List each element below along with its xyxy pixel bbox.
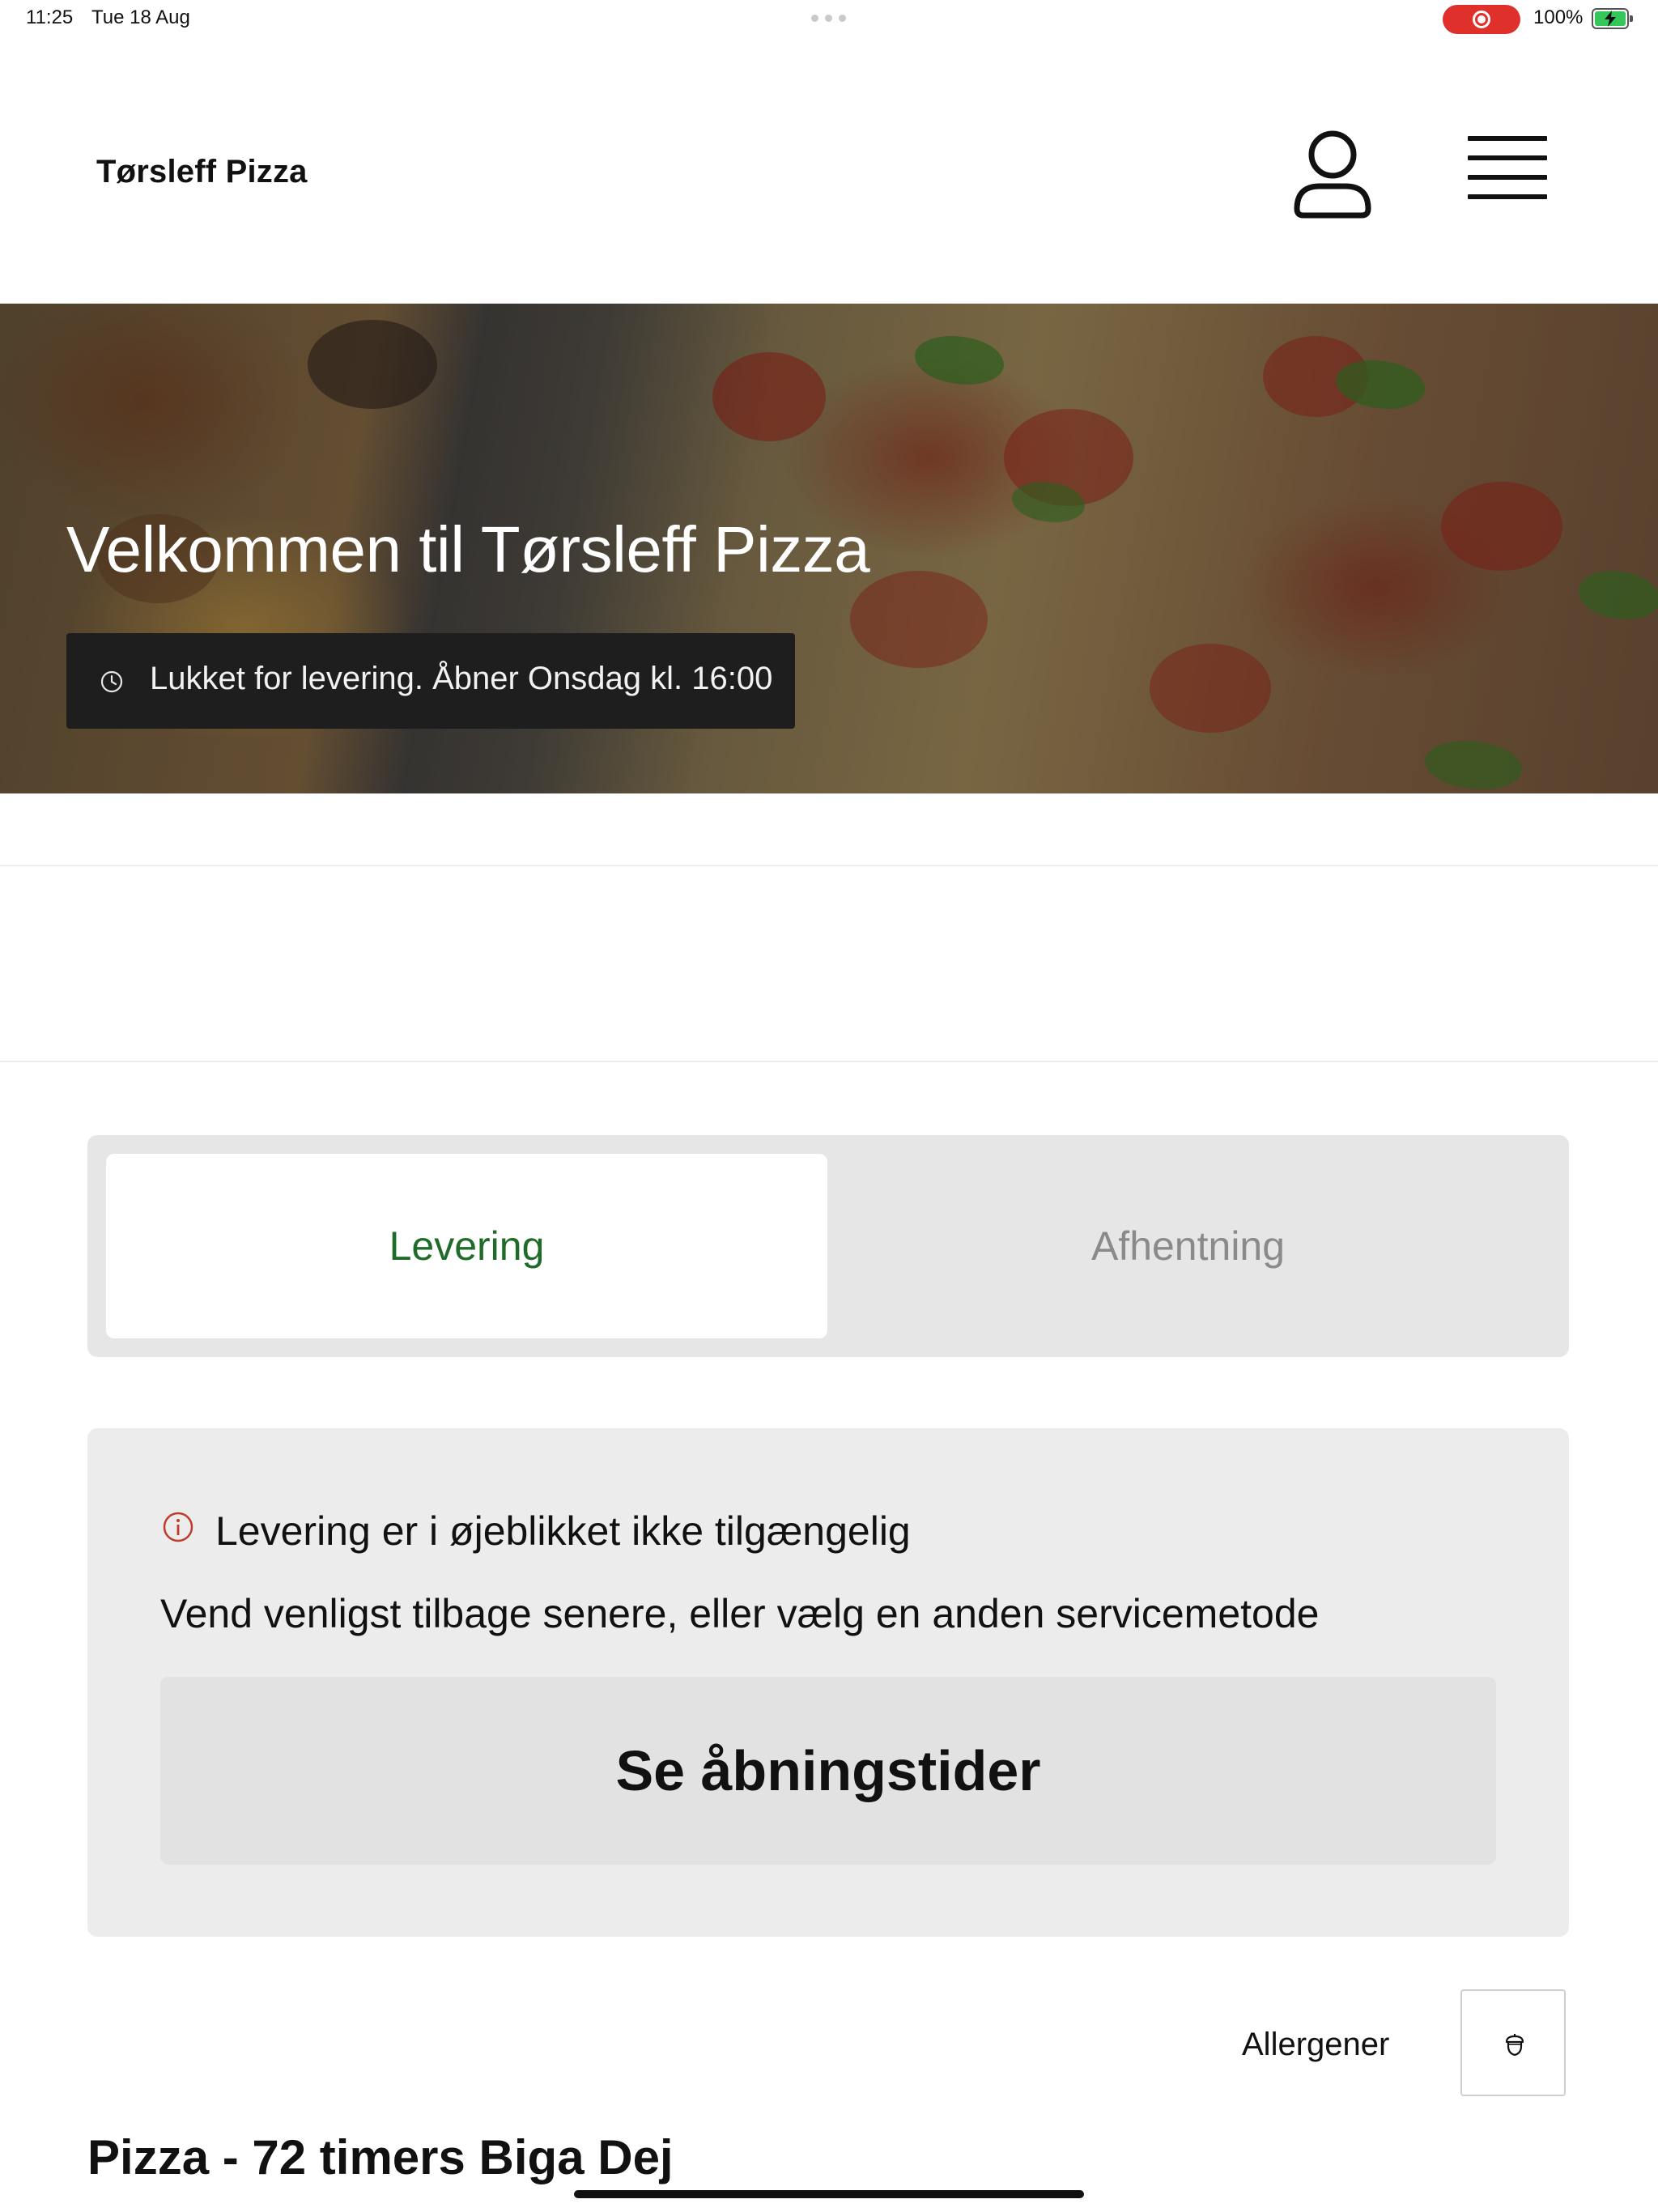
tab-afhentning[interactable]: Afhentning <box>827 1135 1549 1357</box>
screen-recording-icon[interactable] <box>1443 5 1520 34</box>
account-button[interactable] <box>1289 125 1376 222</box>
delivery-status-text: Lukket for levering. Åbner Onsdag kl. 16… <box>150 661 773 696</box>
hero-banner: Velkommen til Tørsleff Pizza Lukket for … <box>0 304 1658 793</box>
brand-name[interactable]: Tørsleff Pizza <box>96 154 308 190</box>
service-method-toggle: Levering Afhentning <box>87 1135 1569 1357</box>
acorn-icon <box>1505 2034 1524 2057</box>
allergens-label: Allergener <box>1242 2027 1390 2062</box>
menu-section-title: Pizza - 72 timers Biga Dej <box>87 2130 674 2184</box>
hero-title: Velkommen til Tørsleff Pizza <box>66 513 870 585</box>
home-indicator[interactable] <box>574 2190 1084 2198</box>
delivery-unavailable-notice: Levering er i øjeblikket ikke tilgængeli… <box>87 1428 1569 1937</box>
notice-title: Levering er i øjeblikket ikke tilgængeli… <box>215 1508 911 1554</box>
tab-levering[interactable]: Levering <box>106 1135 827 1357</box>
allergens-button[interactable] <box>1460 1989 1566 2096</box>
status-time: 11:25 <box>26 6 74 28</box>
divider <box>0 1061 1658 1062</box>
info-icon <box>163 1512 193 1542</box>
battery-icon <box>1592 8 1633 29</box>
clock-icon <box>100 670 123 693</box>
multitasking-dots[interactable] <box>811 15 846 22</box>
status-bar: 11:25 Tue 18 Aug 100% <box>0 0 1658 39</box>
delivery-status-banner: Lukket for levering. Åbner Onsdag kl. 16… <box>66 633 795 729</box>
status-date: Tue 18 Aug <box>91 6 190 28</box>
page: 11:25 Tue 18 Aug 100% Tørsleff Pizza Vel… <box>0 0 1658 2212</box>
person-icon <box>1294 130 1371 219</box>
divider <box>0 865 1658 866</box>
site-header: Tørsleff Pizza <box>0 39 1658 304</box>
battery-percentage: 100% <box>1533 6 1584 28</box>
opening-hours-button[interactable]: Se åbningstider <box>160 1677 1496 1865</box>
hamburger-menu-button[interactable] <box>1462 134 1547 207</box>
notice-subtitle: Vend venligst tilbage senere, eller vælg… <box>160 1591 1320 1636</box>
